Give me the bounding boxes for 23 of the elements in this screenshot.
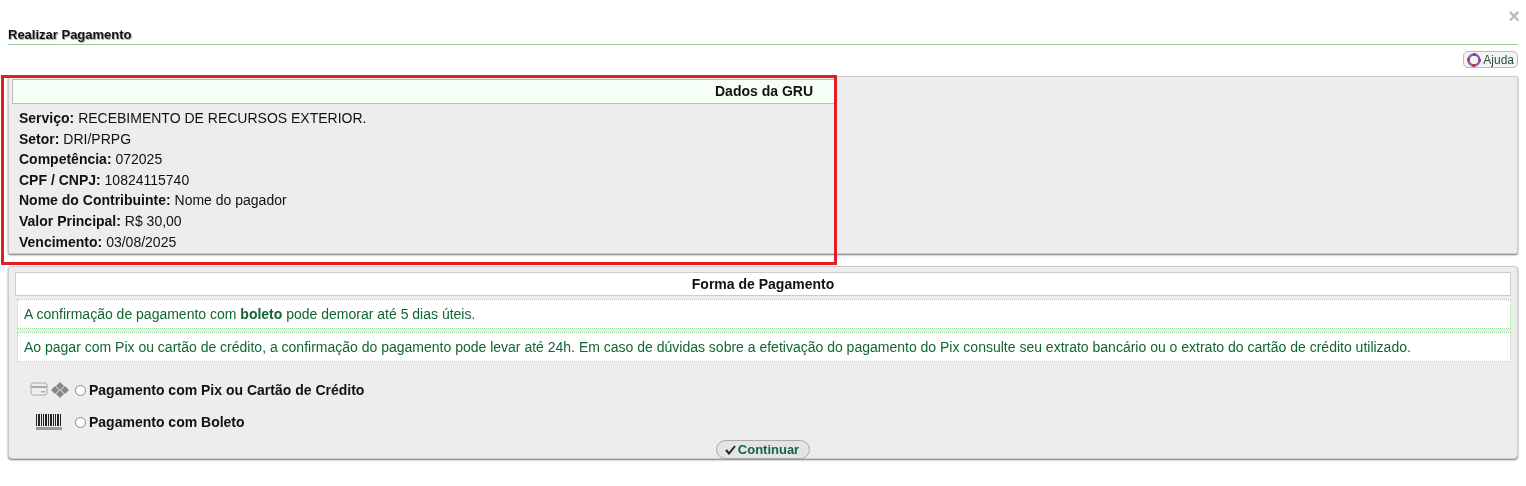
- section-header: Forma de Pagamento: [15, 272, 1511, 296]
- option-label[interactable]: Pagamento com Boleto: [89, 414, 245, 430]
- field-text: Competência: 072025: [19, 150, 164, 170]
- field-text: Valor Principal: R$ 30,00: [19, 211, 183, 231]
- radio-button[interactable]: [75, 384, 86, 396]
- diamond-icon: [50, 382, 69, 398]
- notice-text: A confirmação de pagamento com boleto pode demorar até 5 dias úteis.: [17, 299, 1511, 329]
- barcode-icon: [35, 414, 63, 430]
- card-icon: [29, 382, 48, 396]
- field-text: CPF / CNPJ: 10824115740: [19, 170, 191, 190]
- field-text: Setor: DRI/PRPG: [19, 129, 133, 149]
- check-icon: [724, 444, 736, 455]
- help-button[interactable]: Ajuda: [1463, 51, 1518, 68]
- section-header: Dados da GRU: [12, 79, 836, 104]
- field-text: Nome do Contribuinte: Nome do pagador: [19, 191, 288, 211]
- option-label[interactable]: Pagamento com Pix ou Cartão de Crédito: [89, 382, 365, 398]
- field-text: Serviço: RECEBIMENTO DE RECURSOS EXTERIOR.: [19, 109, 368, 128]
- lifebuoy-icon: [1467, 52, 1482, 67]
- field-text: Vencimento: 03/08/2025: [19, 232, 178, 252]
- continue-button[interactable]: Continuar: [715, 440, 811, 459]
- window-title: Realizar Pagamento: [8, 27, 132, 42]
- radio-button[interactable]: [75, 416, 86, 428]
- notice-text: Ao pagar com Pix ou cartão de crédito, a confirmação do pagamento pode levar até 24h. Em caso de dúvidas sobre a efetivação do pagamento do Pix consulte seu extrato bancário ou o extrato do cartão de crédito utilizado.: [17, 332, 1511, 362]
